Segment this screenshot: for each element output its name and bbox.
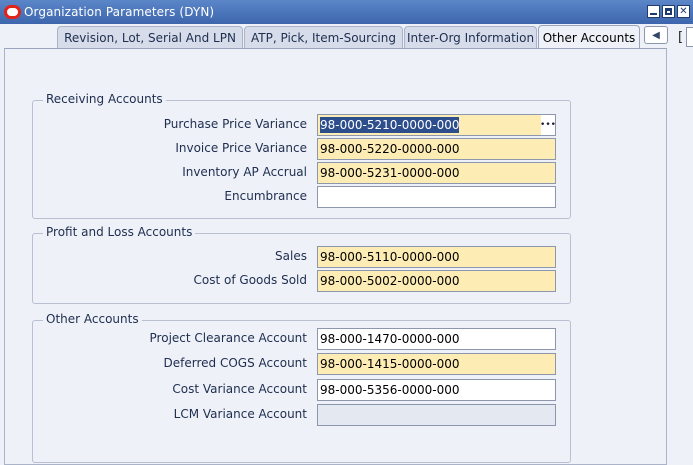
cost-of-goods-sold-input[interactable]: 98-000-5002-0000-000 [317,270,556,292]
project-clearance-account-row: Project Clearance Account 98-000-1470-00… [33,328,572,350]
purchase-price-variance-row: Purchase Price Variance 98-000-5210-0000… [33,114,572,136]
window-titlebar: Organization Parameters (DYN) ✕ [0,0,693,24]
lcm-variance-account-row: LCM Variance Account [33,404,572,426]
tab-bracket: [ [678,30,684,45]
group-title: Receiving Accounts [43,92,166,106]
close-icon: ✕ [679,5,688,17]
group-title: Profit and Loss Accounts [43,225,196,239]
field-value: 98-000-5356-0000-000 [320,383,460,397]
tab-inter-org-information[interactable]: Inter-Org Information [404,26,537,48]
field-label: Purchase Price Variance [163,117,307,131]
encumbrance-input[interactable] [317,186,556,208]
profit-loss-accounts-group: Profit and Loss Accounts Sales 98-000-51… [32,225,572,304]
field-label: Sales [275,249,307,263]
triangle-left-icon: ◀ [652,29,660,41]
field-value: 98-000-5220-0000-000 [320,142,460,156]
list-of-values-button[interactable]: ••• [540,114,556,136]
window-title: Organization Parameters (DYN) [24,5,215,19]
tab-revision-lot-serial[interactable]: Revision, Lot, Serial And LPN [57,26,243,48]
invoice-price-variance-row: Invoice Price Variance 98-000-5220-0000-… [33,138,572,160]
cost-variance-account-row: Cost Variance Account 98-000-5356-0000-0… [33,379,572,401]
field-value: 98-000-5231-0000-000 [320,166,460,180]
field-label: Deferred COGS Account [163,356,307,370]
oracle-logo-icon [4,5,21,19]
ellipsis-icon: ••• [540,120,556,130]
inventory-ap-accrual-input[interactable]: 98-000-5231-0000-000 [317,162,556,184]
project-clearance-account-input[interactable]: 98-000-1470-0000-000 [317,328,556,350]
minimize-button[interactable] [647,5,660,18]
field-value: 98-000-5002-0000-000 [320,274,460,288]
field-label: Cost of Goods Sold [193,273,307,287]
receiving-accounts-group: Receiving Accounts Purchase Price Varian… [32,92,572,219]
tab-strip: Revision, Lot, Serial And LPN ATP, Pick,… [0,24,693,49]
field-value: 98-000-5210-0000-000 [320,117,460,133]
field-value: 98-000-1470-0000-000 [320,332,460,346]
lcm-variance-account-input [317,404,556,426]
field-label: Cost Variance Account [172,382,307,396]
other-accounts-group: Other Accounts Project Clearance Account… [32,312,572,463]
field-value: 98-000-1415-0000-000 [320,357,460,371]
field-label: Invoice Price Variance [175,141,307,155]
field-label: Encumbrance [224,189,307,203]
tab-other-accounts[interactable]: Other Accounts [538,25,640,49]
field-label: Project Clearance Account [149,331,307,345]
deferred-cogs-account-row: Deferred COGS Account 98-000-1415-0000-0… [33,353,572,375]
tab-atp-pick-item-sourcing[interactable]: ATP, Pick, Item-Sourcing [244,26,403,48]
group-title: Other Accounts [43,312,142,326]
inventory-ap-accrual-row: Inventory AP Accrual 98-000-5231-0000-00… [33,162,572,184]
field-label: LCM Variance Account [173,407,307,421]
cost-of-goods-sold-row: Cost of Goods Sold 98-000-5002-0000-000 [33,270,572,292]
tab-label: Inter-Org Information [406,30,535,45]
field-value: 98-000-5110-0000-000 [320,250,460,264]
field-label: Inventory AP Accrual [182,165,307,179]
maximize-icon [665,8,672,15]
sales-row: Sales 98-000-5110-0000-000 [33,246,572,268]
sales-input[interactable]: 98-000-5110-0000-000 [317,246,556,268]
invoice-price-variance-input[interactable]: 98-000-5220-0000-000 [317,138,556,160]
encumbrance-row: Encumbrance [33,186,572,208]
minimize-icon [650,13,657,15]
tab-label: Revision, Lot, Serial And LPN [64,30,236,45]
close-button[interactable]: ✕ [677,5,690,18]
cost-variance-account-input[interactable]: 98-000-5356-0000-000 [317,379,556,401]
tab-scroll-left-button[interactable]: ◀ [644,26,668,44]
tab-label: ATP, Pick, Item-Sourcing [251,30,396,45]
deferred-cogs-account-input[interactable]: 98-000-1415-0000-000 [317,353,556,375]
purchase-price-variance-input[interactable]: 98-000-5210-0000-000 [317,114,542,136]
tab-label: Other Accounts [542,30,636,45]
tab-scroll-right-button[interactable] [686,27,693,47]
maximize-button[interactable] [662,5,675,18]
